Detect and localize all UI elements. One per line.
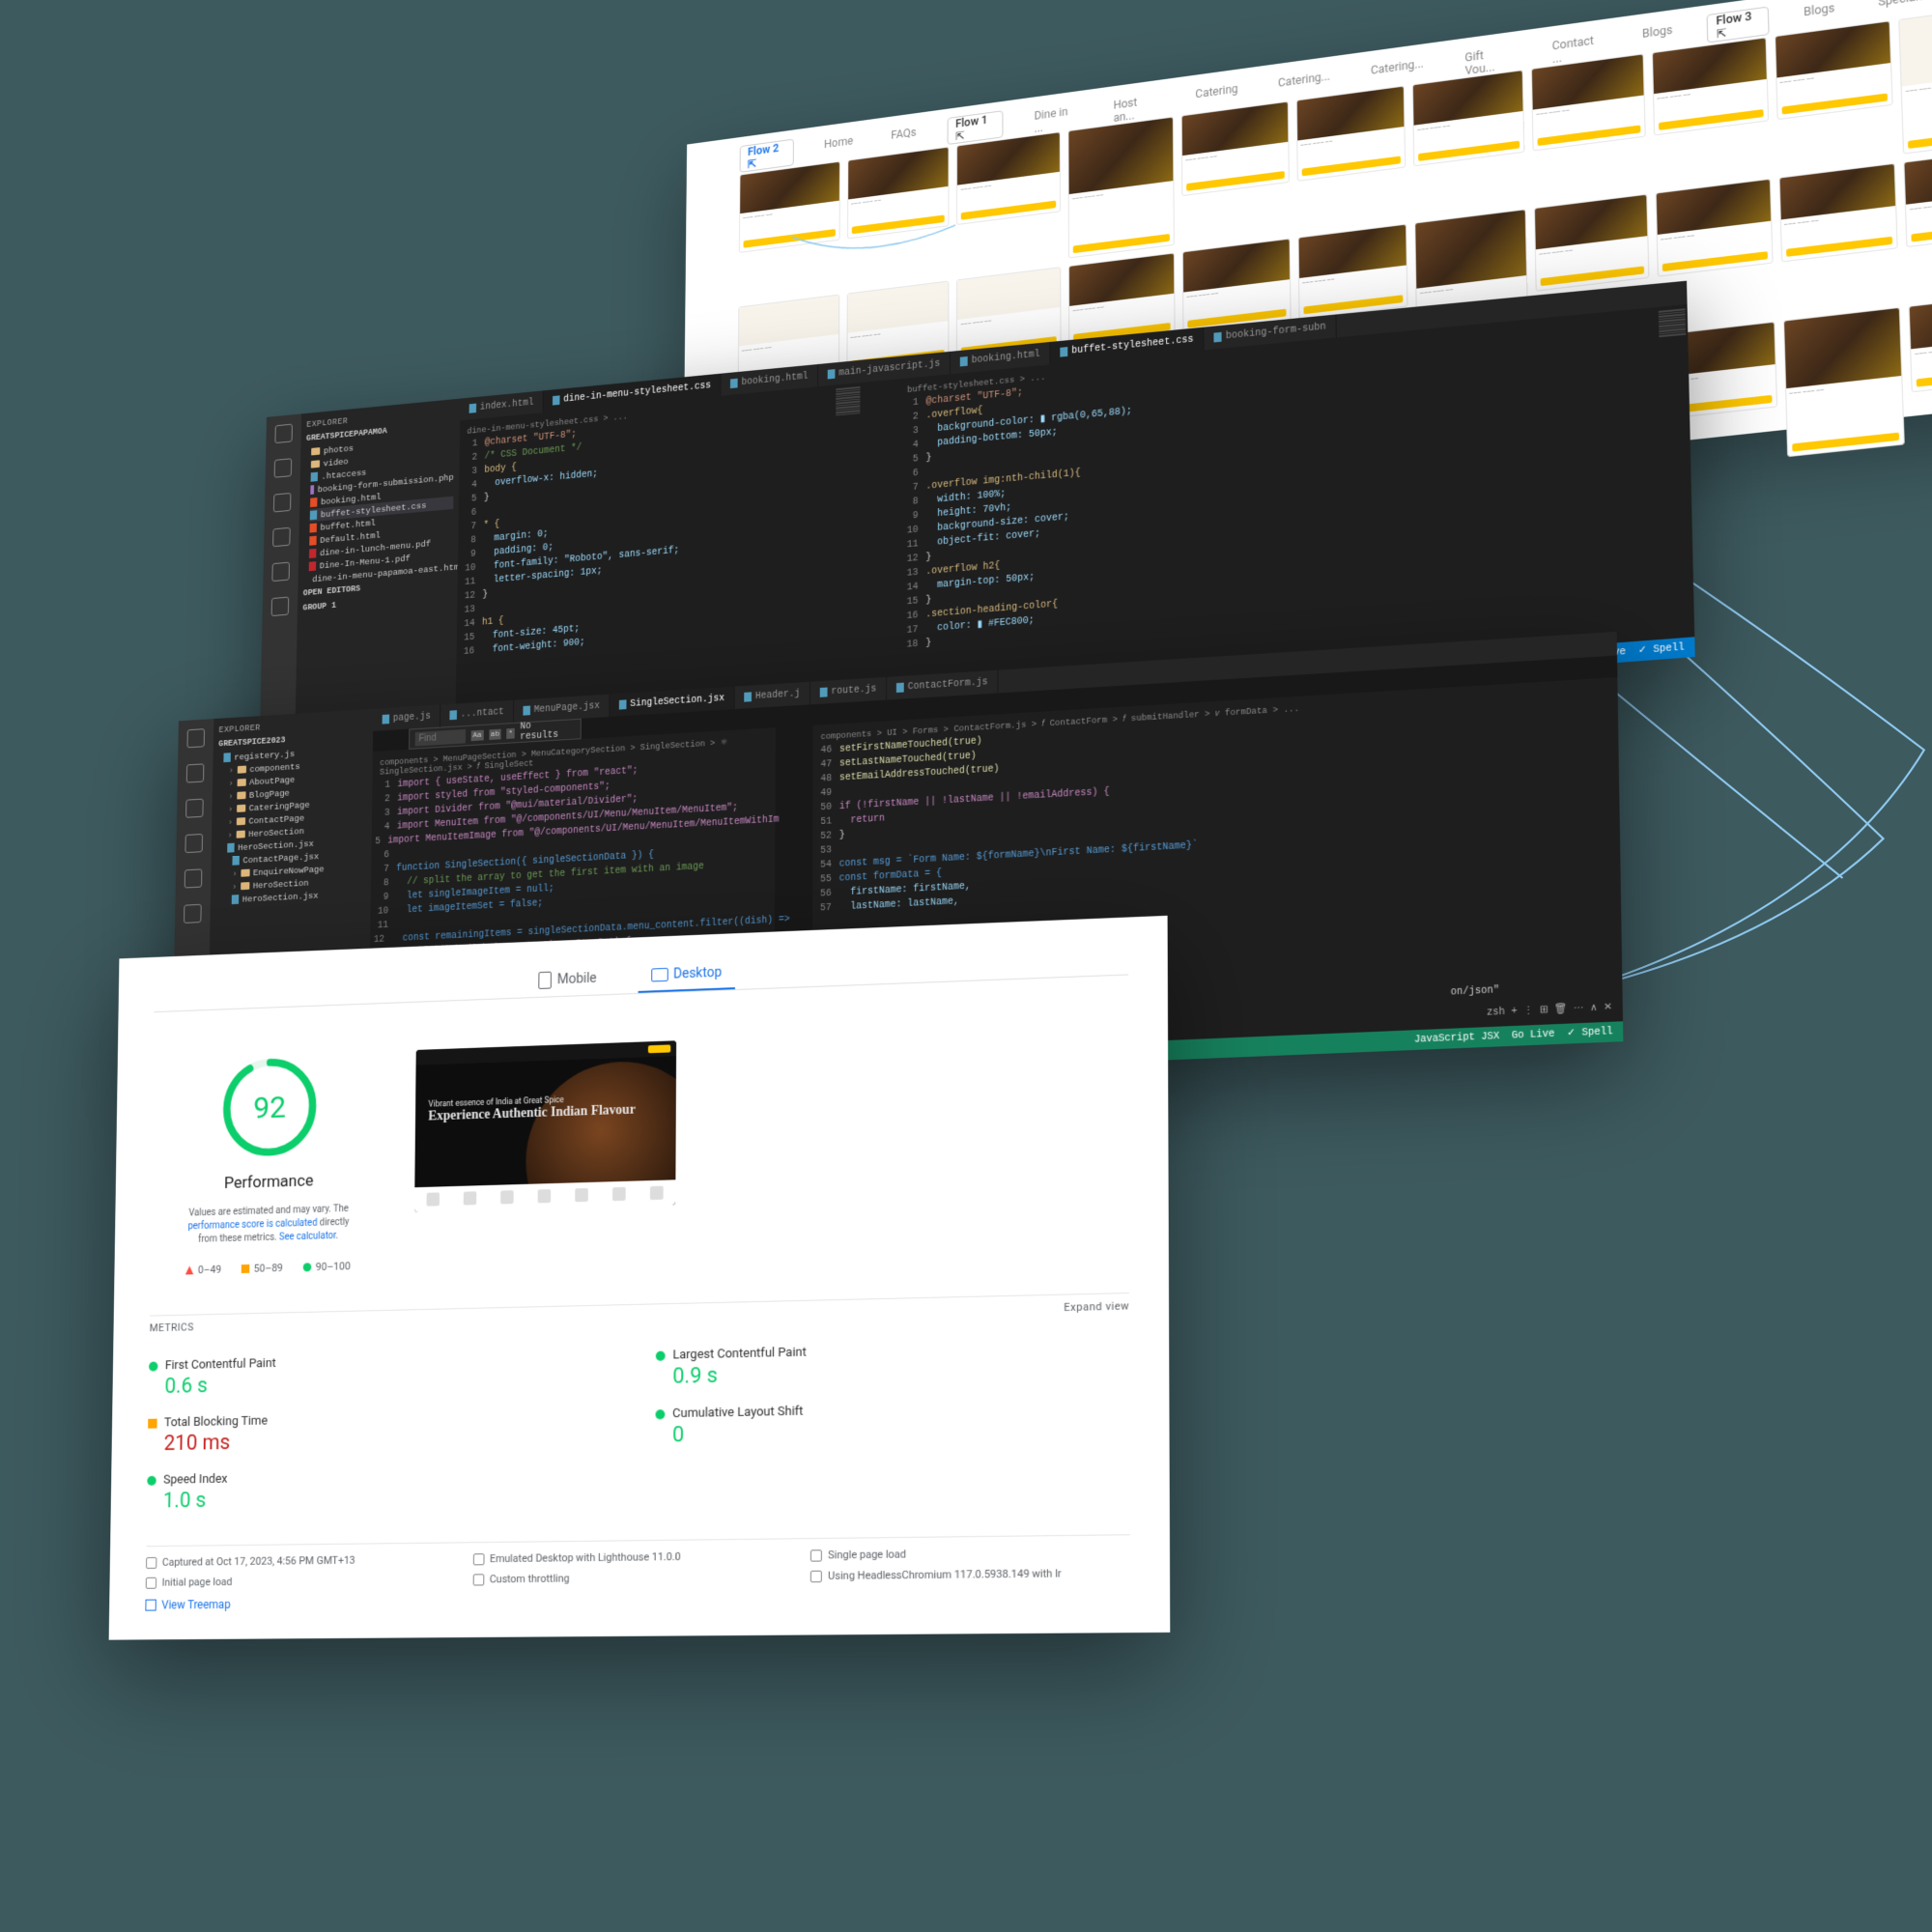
figma-screen-thumbnail[interactable]: ——— ——— ——	[1182, 239, 1292, 333]
hero-cta-button	[648, 1044, 670, 1053]
find-opt-case[interactable]: Aa	[471, 729, 484, 740]
metric: Largest Contentful Paint0.9 s	[656, 1334, 1130, 1393]
figma-screen-thumbnail[interactable]: ——— ——— ——	[1898, 4, 1932, 155]
figma-screen-thumbnail[interactable]: ——— ——— ——	[1181, 101, 1290, 197]
performance-score: 92 Performance Values are estimated and …	[177, 1052, 361, 1277]
figma-frame-label[interactable]: FAQs	[884, 121, 923, 153]
find-opt-regex[interactable]: *	[506, 727, 514, 738]
figma-screen-thumbnail[interactable]: ——— ——— ——	[1904, 147, 1932, 247]
extensions-icon[interactable]	[185, 868, 203, 888]
search-icon[interactable]	[186, 763, 205, 782]
figma-frame-label[interactable]: Blogs	[1634, 18, 1681, 53]
editor-tab[interactable]: MenuPage.jsx	[514, 695, 611, 723]
legend-item: 90–100	[302, 1260, 350, 1273]
figma-frame-label[interactable]: Home	[817, 129, 861, 162]
minimap[interactable]	[833, 383, 862, 722]
figma-frame-label[interactable]: Blogs	[1795, 0, 1843, 31]
debug-icon[interactable]	[185, 834, 203, 853]
score-subtitle: Values are estimated and may vary. The p…	[178, 1203, 359, 1248]
mobile-icon	[539, 972, 553, 989]
metric: Speed Index1.0 s	[147, 1463, 599, 1518]
status-spell[interactable]: ✓ Spell	[1567, 1026, 1612, 1039]
device-tabs[interactable]: Mobile Desktop	[154, 941, 1128, 1012]
figma-screen-thumbnail[interactable]: ——— ——— ——	[739, 161, 840, 253]
figma-screen-thumbnail[interactable]: ——— ——— ——	[1412, 70, 1524, 166]
status-golive[interactable]: Go Live	[1512, 1029, 1555, 1041]
figma-screen-thumbnail[interactable]: ——— ——— ——	[1909, 293, 1932, 393]
editor-tab[interactable]: Header.j	[735, 682, 811, 709]
treemap-icon	[145, 1600, 156, 1611]
figma-screen-thumbnail[interactable]: ——— ——— ——	[1775, 20, 1893, 120]
figma-screen-thumbnail[interactable]: ——— ——— ——	[1782, 307, 1905, 457]
search-icon[interactable]	[274, 458, 292, 477]
footer-item: Emulated Desktop with Lighthouse 11.0.0	[473, 1549, 782, 1566]
terminal-output: on/json"	[1451, 985, 1500, 999]
expand-view-link[interactable]: Expand view	[1064, 1299, 1129, 1314]
figma-screen-thumbnail[interactable]: ——— ——— ——	[1295, 86, 1406, 182]
status-language[interactable]: JavaScript JSX	[1414, 1031, 1499, 1045]
figma-screen-thumbnail[interactable]: ——— ——— ——	[1531, 53, 1646, 151]
remote-icon[interactable]	[184, 904, 202, 923]
score-title: Performance	[179, 1170, 360, 1194]
tab-mobile[interactable]: Mobile	[526, 961, 610, 997]
calc-link-1[interactable]: performance score is calculated	[187, 1218, 317, 1233]
figma-screen-thumbnail[interactable]: ——— ——— ——	[1297, 224, 1408, 320]
calc-link-2[interactable]: See calculator	[279, 1231, 336, 1242]
metrics-heading: METRICS	[150, 1321, 194, 1334]
debug-icon[interactable]	[272, 527, 291, 547]
figma-screen-thumbnail[interactable]: ——— ——— ——	[1068, 117, 1175, 259]
desktop-icon	[651, 968, 668, 982]
score-legend: 0–49 50–89 90–100	[177, 1260, 358, 1277]
figma-screen-thumbnail[interactable]: ——— ——— ——	[1778, 163, 1898, 263]
figma-screen-thumbnail[interactable]: ——— ——— ——	[1655, 179, 1773, 277]
editor-tab[interactable]: route.js	[810, 677, 887, 705]
tab-desktop[interactable]: Desktop	[638, 956, 735, 993]
footer-item: Single page load	[810, 1546, 1130, 1562]
testing-icon[interactable]	[271, 597, 290, 616]
explorer-icon[interactable]	[274, 424, 292, 443]
pagespeed-report[interactable]: Mobile Desktop 92 Performance Values are…	[109, 916, 1171, 1640]
explorer-icon[interactable]	[186, 728, 205, 748]
figma-screen-thumbnail[interactable]: ——— ——— ——	[1534, 194, 1649, 292]
metric: Total Blocking Time210 ms	[148, 1404, 599, 1460]
metric: Cumulative Layout Shift0	[655, 1394, 1129, 1452]
footer-item: Captured at Oct 17, 2023, 4:56 PM GMT+13	[146, 1553, 445, 1569]
legend-item: 0–49	[185, 1264, 221, 1277]
status-spell[interactable]: ✓ Spell	[1638, 641, 1685, 657]
hero-icon-row	[414, 1179, 675, 1212]
source-control-icon[interactable]	[185, 799, 204, 818]
source-control-icon[interactable]	[273, 493, 291, 512]
extensions-icon[interactable]	[271, 562, 290, 582]
terminal-tab-actions[interactable]: zsh + ⋮ ⊞ 🗑 ⋯ ∧ ✕	[1487, 1002, 1612, 1019]
find-opt-word[interactable]: ab	[489, 728, 501, 739]
find-input[interactable]	[415, 728, 466, 746]
figma-screen-thumbnail[interactable]: ——— ——— ——	[1652, 37, 1769, 135]
figma-screen-thumbnail[interactable]: ——— ——— ——	[956, 131, 1061, 225]
score-value: 92	[219, 1054, 320, 1161]
score-gauge: 92	[219, 1054, 320, 1161]
figma-screen-thumbnail[interactable]: ——— ——— ——	[847, 147, 950, 240]
metric: First Contentful Paint0.6 s	[149, 1346, 600, 1403]
legend-item: 50–89	[242, 1262, 283, 1275]
page-screenshot: Vibrant essence of India at Great Spice …	[414, 1040, 676, 1212]
